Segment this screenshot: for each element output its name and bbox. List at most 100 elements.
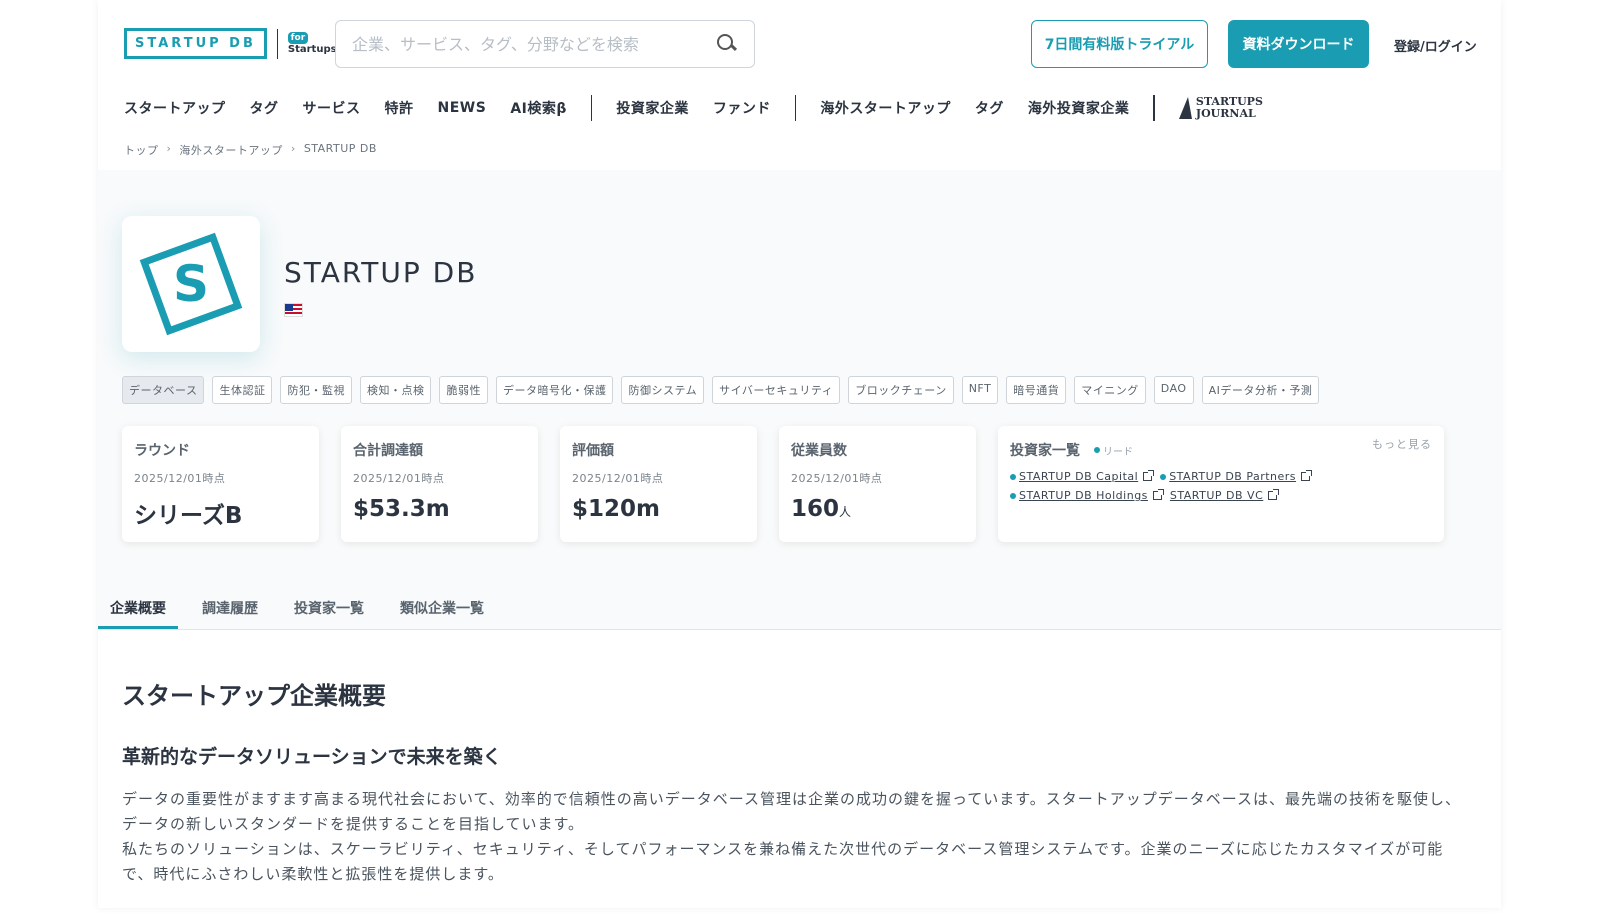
tab-funding-history[interactable]: 調達履歴 (190, 588, 270, 629)
investor-link[interactable]: STARTUP DB Holdings (1010, 489, 1164, 502)
investor-link[interactable]: STARTUP DB Partners (1160, 470, 1313, 483)
company-logo: S (122, 216, 260, 352)
investor-row: STARTUP DB Holdings STARTUP DB VC (1010, 489, 1432, 502)
tag-item[interactable]: 脆弱性 (439, 376, 488, 404)
logo-divider (276, 28, 278, 59)
page: STARTUP DB for Startups 7日間有料版トライアル 資料ダウ… (98, 0, 1501, 908)
stat-title: 評価額 (572, 443, 614, 459)
lead-dot-icon (1010, 492, 1016, 499)
tag-item[interactable]: 防御システム (621, 376, 705, 404)
tag-item[interactable]: DAO (1153, 376, 1194, 404)
lead-dot-icon (1010, 473, 1016, 480)
tag-item[interactable]: データベース (122, 376, 205, 404)
nav-overseas-startups[interactable]: 海外スタートアップ (820, 98, 951, 118)
tag-item[interactable]: ブロックチェーン (848, 376, 954, 404)
us-flag-icon (284, 303, 303, 317)
external-link-icon (1268, 489, 1280, 500)
investors-card: 投資家一覧 リード もっと見る STARTUP DB Capital START… (998, 426, 1444, 542)
stat-value: 160人 (791, 496, 964, 522)
overview-section: スタートアップ企業概要 革新的なデータソリューションで未来を築く データの重要性… (122, 676, 1474, 887)
nav-divider (590, 95, 593, 121)
investor-name: STARTUP DB Holdings (1019, 489, 1148, 502)
nav-investors[interactable]: 投資家企業 (616, 98, 689, 118)
nav-services[interactable]: サービス (303, 98, 361, 118)
stat-employees: 従業員数 2025/12/01時点 160人 (779, 426, 976, 542)
investors-header: 投資家一覧 リード (1010, 440, 1432, 460)
nav-funds[interactable]: ファンド (713, 98, 771, 118)
investors-title: 投資家一覧 (1010, 443, 1080, 459)
overview-paragraph: データの重要性がますます高まる現代社会において、効率的で信頼性の高いデータベース… (122, 790, 1462, 833)
stat-value: $53.3m (353, 496, 450, 522)
lead-dot-icon (1160, 473, 1167, 480)
external-link-icon (1152, 489, 1164, 500)
stat-date: 2025/12/01時点 (791, 472, 883, 485)
lead-legend: リード (1094, 443, 1133, 458)
search-box[interactable] (335, 20, 755, 68)
investor-name: STARTUP DB VC (1169, 489, 1264, 502)
stat-title: 合計調達額 (353, 443, 423, 459)
tag-item[interactable]: 生体認証 (212, 376, 273, 404)
download-button[interactable]: 資料ダウンロード (1228, 20, 1369, 68)
section-tabs: 企業概要 調達履歴 投資家一覧 類似企業一覧 (98, 588, 1501, 630)
nav-tags[interactable]: タグ (250, 98, 279, 118)
breadcrumb-overseas[interactable]: 海外スタートアップ (179, 142, 283, 158)
startups-journal-link[interactable]: STARTUPS JOURNAL (1178, 96, 1263, 120)
tag-item[interactable]: 検知・点検 (359, 376, 432, 404)
tag-item[interactable]: 暗号通貨 (1006, 376, 1067, 404)
nav-overseas-tags[interactable]: タグ (975, 98, 1004, 118)
search-input[interactable] (352, 34, 716, 54)
more-link[interactable]: もっと見る (1372, 436, 1432, 452)
tag-item[interactable]: マイニング (1074, 376, 1146, 404)
investor-link[interactable]: STARTUP DB VC (1169, 489, 1280, 502)
for-badge: for (287, 31, 308, 44)
overview-paragraph: 私たちのソリューションは、スケーラビリティ、セキュリティ、そしてパフォーマンスを… (122, 840, 1444, 883)
investor-link[interactable]: STARTUP DB Capital (1010, 470, 1155, 483)
company-profile: S STARTUP DB データベース 生体認証 防犯・監視 検知・点検 脆弱性… (98, 170, 1501, 630)
stat-title: ラウンド (134, 443, 190, 459)
logo-letter: S (172, 255, 210, 314)
login-link[interactable]: 登録/ログイン (1394, 36, 1477, 55)
stat-date: 2025/12/01時点 (572, 472, 664, 485)
company-name: STARTUP DB (284, 256, 478, 289)
chevron-right-icon: › (290, 142, 296, 155)
nav-patents[interactable]: 特許 (385, 98, 414, 118)
lead-dot-icon (1094, 447, 1100, 453)
breadcrumb: トップ › 海外スタートアップ › STARTUP DB (124, 142, 377, 158)
nav-divider (1153, 95, 1155, 121)
nav-news[interactable]: NEWS (438, 100, 487, 116)
investor-name: STARTUP DB Capital (1019, 470, 1139, 483)
overview-subtitle: 革新的なデータソリューションで未来を築く (122, 746, 502, 768)
nav-ai-search[interactable]: AI検索β (510, 98, 567, 118)
tag-item[interactable]: NFT (961, 376, 999, 404)
stat-round: ラウンド 2025/12/01時点 シリーズB (122, 426, 319, 542)
tab-similar-companies[interactable]: 類似企業一覧 (388, 588, 496, 629)
tab-overview[interactable]: 企業概要 (98, 588, 178, 629)
nav-startups[interactable]: スタートアップ (124, 98, 226, 118)
tag-item[interactable]: 防犯・監視 (280, 376, 352, 404)
tag-item[interactable]: AIデータ分析・予測 (1201, 376, 1320, 404)
chevron-right-icon: › (166, 142, 172, 155)
breadcrumb-top[interactable]: トップ (124, 142, 159, 158)
tag-item[interactable]: データ暗号化・保護 (495, 376, 614, 404)
tag-item[interactable]: サイバーセキュリティ (712, 376, 841, 404)
lead-label: リード (1103, 446, 1133, 458)
journal-line2: JOURNAL (1195, 107, 1256, 120)
investor-row: STARTUP DB Capital STARTUP DB Partners (1010, 470, 1432, 483)
trial-button[interactable]: 7日間有料版トライアル (1031, 20, 1208, 68)
stat-date: 2025/12/01時点 (134, 472, 226, 485)
stat-value: シリーズB (134, 503, 243, 529)
breadcrumb-current: STARTUP DB (303, 142, 377, 155)
tab-investors[interactable]: 投資家一覧 (282, 588, 376, 629)
investor-name: STARTUP DB Partners (1169, 470, 1297, 483)
employee-unit: 人 (839, 505, 852, 519)
external-link-icon (1301, 470, 1313, 481)
search-icon[interactable] (716, 33, 738, 55)
stats-row: ラウンド 2025/12/01時点 シリーズB 合計調達額 2025/12/01… (122, 426, 1444, 542)
stat-date: 2025/12/01時点 (353, 472, 445, 485)
stat-valuation: 評価額 2025/12/01時点 $120m (560, 426, 757, 542)
nav-overseas-investors[interactable]: 海外投資家企業 (1028, 98, 1130, 118)
for-startups-text: Startups (287, 43, 337, 55)
site-logo[interactable]: STARTUP DB for Startups (124, 28, 337, 59)
main-nav: スタートアップ タグ サービス 特許 NEWS AI検索β 投資家企業 ファンド… (124, 94, 1263, 122)
tag-list: データベース 生体認証 防犯・監視 検知・点検 脆弱性 データ暗号化・保護 防御… (122, 376, 1320, 404)
